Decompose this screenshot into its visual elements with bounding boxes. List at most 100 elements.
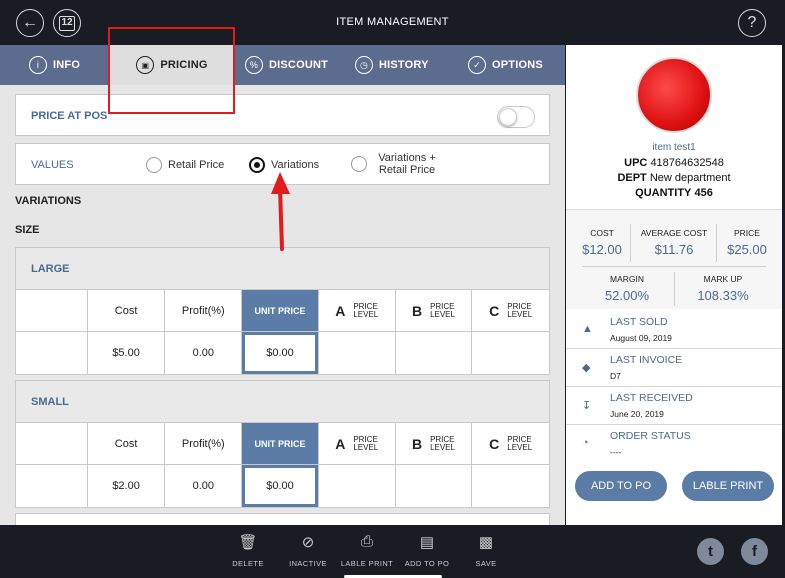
empty-header-cell	[16, 423, 88, 464]
unit-price-cell: $0.00	[242, 465, 319, 507]
facebook-icon[interactable]: f	[741, 538, 768, 565]
twitter-icon[interactable]: t	[697, 538, 724, 565]
item-dept: DEPT New department	[566, 172, 782, 184]
price-level-c-value[interactable]	[472, 465, 549, 507]
level-text: LEVEL	[507, 309, 533, 319]
price-level-b-header: B PRICE LEVEL	[396, 423, 473, 464]
save-button[interactable]: ▩ SAVE	[456, 533, 516, 568]
price-level-c-header: C PRICE LEVEL	[472, 423, 549, 464]
empty-header-cell	[16, 290, 88, 331]
price-level-b-value[interactable]	[396, 332, 473, 374]
price-at-pos-toggle[interactable]	[497, 106, 535, 128]
variation-name: LARGE	[31, 263, 70, 275]
layers-icon: ◆	[582, 362, 591, 374]
empty-cell	[16, 465, 88, 507]
stat-label: COST	[590, 228, 614, 238]
price-level-a-header: A PRICE LEVEL	[319, 290, 396, 331]
unit-price-header: UNIT PRICE	[242, 290, 319, 331]
tab-options[interactable]: ✓ OPTIONS	[468, 45, 543, 85]
tab-history[interactable]: ◷ HISTORY	[355, 45, 429, 85]
bag-icon: ▲	[582, 323, 593, 335]
add-to-po-tool-button[interactable]: ▤ ADD TO PO	[397, 533, 457, 568]
item-image	[636, 57, 712, 133]
level-text: LEVEL	[353, 442, 379, 452]
label-print-tool-button[interactable]: ⎙ LABLE PRINT	[337, 533, 397, 568]
stat-value: $25.00	[727, 242, 767, 257]
trash-icon: 🗑	[238, 534, 258, 551]
tab-discount[interactable]: % DISCOUNT	[245, 45, 328, 85]
tool-label: LABLE PRINT	[340, 559, 394, 568]
percent-icon: %	[245, 56, 263, 74]
unit-price-input[interactable]: $0.00	[245, 335, 315, 371]
variation-next	[15, 513, 550, 525]
level-letter: B	[411, 435, 423, 452]
last-received-row[interactable]: ↧ LAST RECEIVED June 20, 2019	[566, 387, 782, 425]
last-invoice-row[interactable]: ◆ LAST INVOICE D7	[566, 349, 782, 387]
profit-value[interactable]: 0.00	[165, 465, 243, 507]
add-to-po-button[interactable]: ADD TO PO	[575, 471, 667, 501]
tab-bar: i INFO ▣ PRICING % DISCOUNT ◷ HISTORY ✓ …	[0, 45, 565, 85]
price-level-a-value[interactable]	[319, 465, 396, 507]
upc-label: UPC	[624, 157, 648, 169]
cost-value[interactable]: $2.00	[88, 465, 166, 507]
dept-label: DEPT	[617, 172, 647, 184]
inactive-button[interactable]: ⊘ INACTIVE	[278, 533, 338, 568]
radio-dot	[351, 156, 367, 172]
tab-label: OPTIONS	[492, 59, 543, 71]
radio-label: Retail Price	[168, 159, 225, 171]
qty-value: 456	[694, 187, 713, 199]
info-sub: D7	[610, 371, 621, 381]
stat-price: PRICE $25.00	[718, 228, 776, 257]
stat-label: PRICE	[734, 228, 760, 238]
unit-price-input[interactable]: $0.00	[245, 468, 315, 504]
price-at-pos-row: PRICE AT POS	[15, 94, 550, 136]
upc-value: 418764632548	[650, 157, 724, 169]
stat-value: $11.76	[654, 242, 694, 257]
tab-label: HISTORY	[379, 59, 429, 71]
tool-label: INACTIVE	[289, 559, 327, 568]
delete-button[interactable]: 🗑 DELETE	[218, 533, 278, 568]
radio-dot	[146, 157, 162, 173]
stat-label: AVERAGE COST	[640, 228, 708, 238]
cost-header: Cost	[88, 423, 166, 464]
label-print-button[interactable]: LABLE PRINT	[682, 471, 774, 501]
level-text: LEVEL	[430, 309, 455, 319]
tab-info[interactable]: i INFO	[29, 45, 80, 85]
variation-name: SMALL	[31, 396, 69, 408]
order-status-row[interactable]: ◔ ORDER STATUS ----	[566, 425, 782, 463]
profit-value[interactable]: 0.00	[165, 332, 243, 374]
item-summary-panel: item test1 UPC 418764632548 DEPT New dep…	[566, 45, 782, 525]
inactive-icon: ⊘	[301, 534, 315, 551]
info-title: ORDER STATUS	[610, 430, 691, 442]
tab-label: PRICING	[160, 59, 208, 71]
tool-label: DELETE	[232, 559, 264, 568]
info-title: LAST RECEIVED	[610, 392, 693, 404]
radio-variations-retail[interactable]: Variations + Retail Price	[351, 152, 441, 176]
item-quantity: QUANTITY 456	[566, 187, 782, 199]
unit-price-header: UNIT PRICE	[242, 423, 319, 464]
tray-download-icon: ↧	[582, 400, 592, 412]
radio-retail-price[interactable]: Retail Price	[146, 157, 224, 173]
price-at-pos-label: PRICE AT POS	[31, 110, 108, 122]
info-icon: i	[29, 56, 47, 74]
level-text: LEVEL	[507, 442, 533, 452]
stat-label: MARGIN	[610, 274, 644, 284]
price-level-a-value[interactable]	[319, 332, 396, 374]
price-level-c-value[interactable]	[472, 332, 549, 374]
item-upc: UPC 418764632548	[566, 157, 782, 169]
stats-panel: COST $12.00 AVERAGE COST $11.76 PRICE $2…	[566, 209, 782, 309]
printer-icon: ⎙	[360, 533, 373, 550]
unit-price-cell: $0.00	[242, 332, 319, 374]
help-button[interactable]: ?	[738, 9, 766, 37]
tab-pricing[interactable]: ▣ PRICING	[110, 45, 234, 85]
stat-markup: MARK UP 108.33%	[676, 274, 770, 303]
variations-heading: VARIATIONS	[15, 195, 82, 207]
last-sold-row[interactable]: ▲ LAST SOLD August 09, 2019	[566, 311, 782, 349]
page-title: ITEM MANAGEMENT	[336, 16, 449, 28]
stat-value: 52.00%	[604, 288, 650, 303]
price-level-b-header: B PRICE LEVEL	[396, 290, 473, 331]
check-circle-icon: ✓	[468, 56, 486, 74]
cost-value[interactable]: $5.00	[88, 332, 166, 374]
values-label: VALUES	[31, 159, 74, 171]
price-level-b-value[interactable]	[396, 465, 473, 507]
